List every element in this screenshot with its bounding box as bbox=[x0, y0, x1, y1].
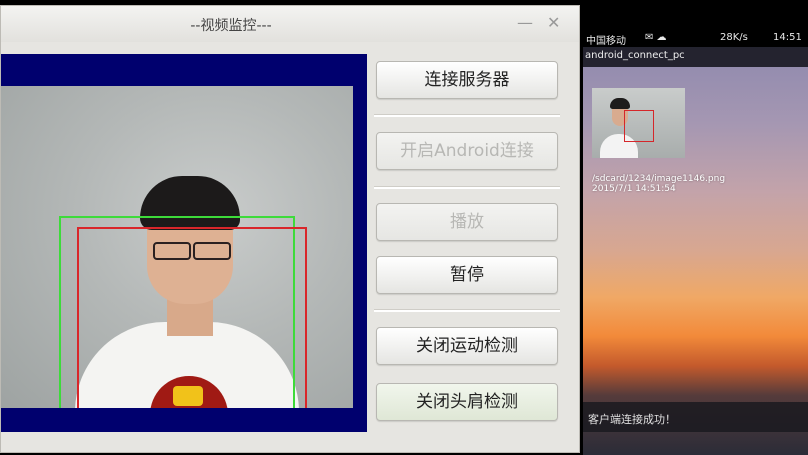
video-display bbox=[1, 54, 367, 432]
carrier-label: 中国移动 bbox=[586, 36, 626, 47]
head-shoulder-detection-box bbox=[77, 227, 307, 408]
close-head-shoulder-detection-button[interactable]: 关闭头肩检测 bbox=[376, 383, 558, 421]
android-phone-screen: 中国移动 ✉ ☁ 28K/s 14:51 android_connect_pc … bbox=[583, 30, 808, 455]
divider bbox=[374, 114, 560, 117]
phone-status-bar: 中国移动 ✉ ☁ 28K/s 14:51 bbox=[583, 30, 808, 47]
toast-message: 客户端连接成功！ bbox=[588, 413, 676, 426]
minimize-icon[interactable]: — bbox=[517, 13, 533, 32]
app-title-bar: android_connect_pc bbox=[583, 47, 808, 67]
image-file-path: /sdcard/1234/image1146.png bbox=[592, 174, 726, 184]
window-title: --视频监控--- bbox=[190, 18, 272, 34]
title-bar: --视频监控--- — ✕ bbox=[1, 6, 579, 42]
app-title: android_connect_pc bbox=[585, 50, 685, 61]
camera-frame bbox=[1, 86, 353, 408]
divider bbox=[374, 186, 560, 189]
open-android-connection-button[interactable]: 开启Android连接 bbox=[376, 132, 558, 170]
play-button[interactable]: 播放 bbox=[376, 203, 558, 241]
thumb-detection-box bbox=[624, 110, 654, 142]
pause-button[interactable]: 暂停 bbox=[376, 256, 558, 294]
divider bbox=[374, 309, 560, 312]
close-motion-detection-button[interactable]: 关闭运动检测 bbox=[376, 327, 558, 365]
status-time: 14:51 bbox=[773, 32, 802, 43]
video-monitor-window: --视频监控--- — ✕ 连接服务器 开启Android连接 播放 暂停 关闭… bbox=[0, 5, 580, 453]
close-icon[interactable]: ✕ bbox=[547, 13, 560, 32]
thumb-hair bbox=[610, 98, 630, 109]
image-timestamp: 2015/7/1 14:51:54 bbox=[592, 184, 676, 194]
connect-server-button[interactable]: 连接服务器 bbox=[376, 61, 558, 99]
notification-icons: ✉ ☁ bbox=[645, 32, 667, 43]
captured-image-thumbnail[interactable] bbox=[592, 88, 685, 158]
network-speed: 28K/s bbox=[720, 32, 748, 43]
connection-toast: 客户端连接成功！ bbox=[583, 402, 808, 432]
